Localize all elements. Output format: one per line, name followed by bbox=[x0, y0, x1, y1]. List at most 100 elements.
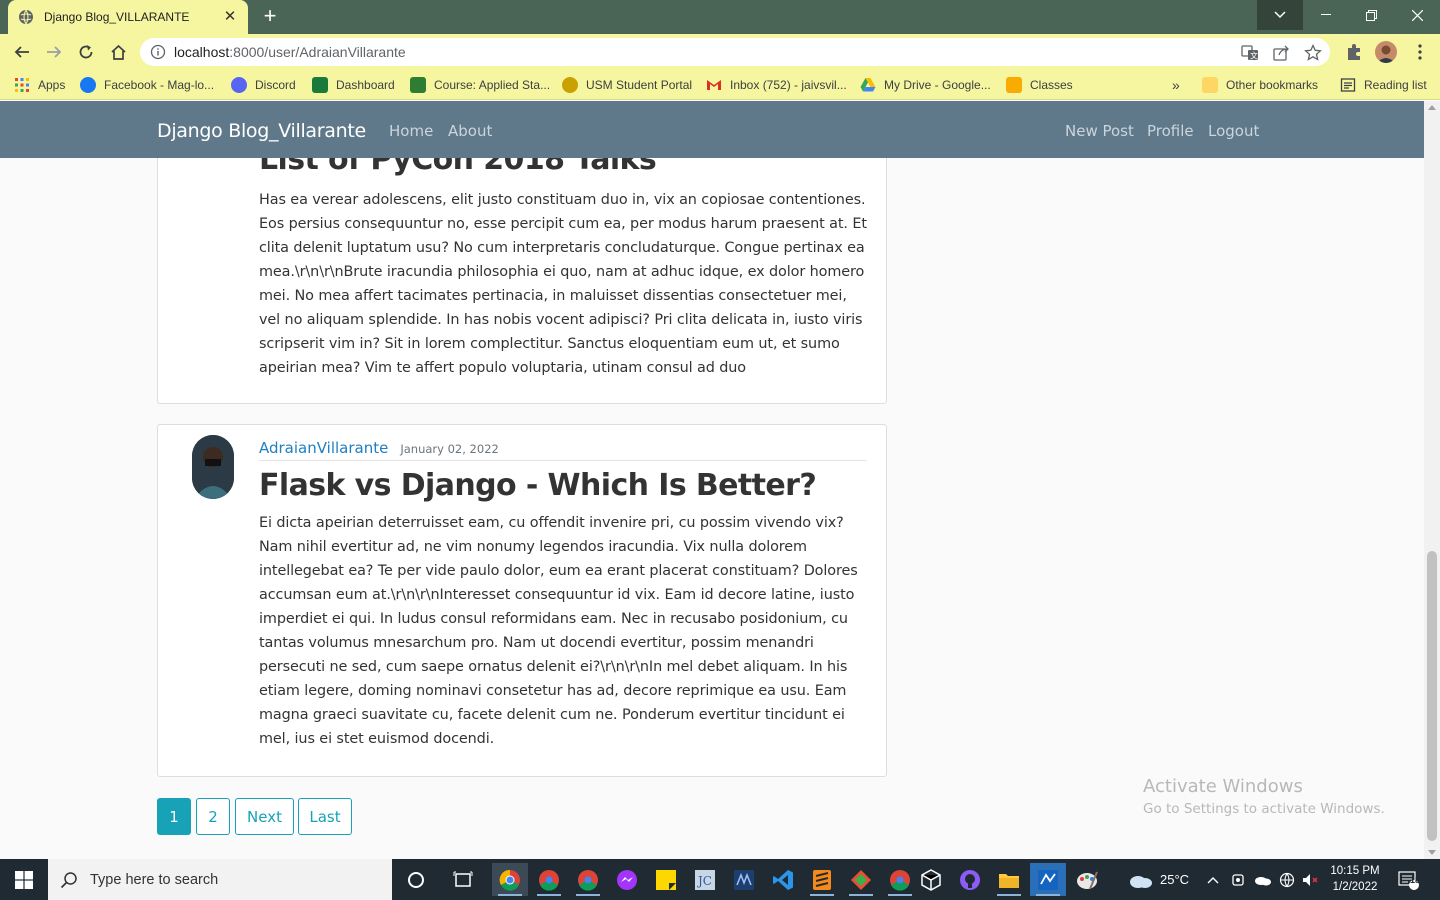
git-kraken-icon[interactable] bbox=[843, 863, 879, 896]
post-title-link[interactable]: Flask vs Django - Which Is Better? bbox=[259, 468, 817, 503]
chrome-icon[interactable] bbox=[492, 863, 528, 896]
vscode-icon[interactable] bbox=[765, 863, 801, 896]
post-author-link[interactable]: AdraianVillarante bbox=[259, 439, 388, 457]
dashboard-icon bbox=[312, 77, 328, 93]
facebook-icon bbox=[80, 77, 96, 93]
scroll-up-arrow-icon[interactable] bbox=[1428, 105, 1436, 110]
next-page-button[interactable]: Next bbox=[235, 798, 294, 835]
forward-arrow-icon[interactable] bbox=[41, 40, 67, 64]
bookmark-discord[interactable]: Discord bbox=[231, 76, 296, 94]
cortana-icon[interactable] bbox=[398, 863, 434, 896]
github-icon[interactable] bbox=[952, 863, 988, 896]
nav-new-post-link[interactable]: New Post bbox=[1065, 122, 1134, 140]
sublime-text-icon[interactable] bbox=[804, 863, 840, 896]
weather-widget[interactable]: 25°C bbox=[1128, 859, 1189, 900]
bookmark-label: USM Student Portal bbox=[586, 78, 693, 92]
netbeans-icon[interactable] bbox=[726, 863, 762, 896]
windows-start-button[interactable] bbox=[0, 859, 48, 900]
bookmark-usm-portal[interactable]: USM Student Portal bbox=[562, 76, 692, 94]
chrome-profile-icon[interactable] bbox=[531, 863, 567, 896]
kebab-menu-icon[interactable] bbox=[1410, 42, 1430, 62]
tab-search-icon[interactable] bbox=[1257, 0, 1303, 30]
globe-icon bbox=[19, 9, 33, 25]
address-bar[interactable]: localhost:8000/user/AdraianVillarante 文 bbox=[140, 38, 1330, 66]
weather-temp: 25°C bbox=[1160, 872, 1190, 887]
home-icon[interactable] bbox=[105, 40, 131, 64]
tab-title: Django Blog_VILLARANTE bbox=[44, 10, 190, 24]
show-hidden-icons-button[interactable] bbox=[1207, 859, 1219, 900]
more-bookmarks-button[interactable]: » bbox=[1172, 76, 1180, 94]
extensions-puzzle-icon[interactable] bbox=[1344, 42, 1364, 62]
bookmark-label: Other bookmarks bbox=[1226, 78, 1319, 92]
task-view-icon[interactable] bbox=[445, 863, 481, 896]
nav-logout-link[interactable]: Logout bbox=[1208, 122, 1259, 140]
bookmark-other[interactable]: Other bookmarks bbox=[1202, 76, 1318, 94]
bookmark-label: Reading list bbox=[1364, 78, 1427, 92]
watermark-subtitle: Go to Settings to activate Windows. bbox=[1143, 801, 1385, 817]
file-explorer-icon[interactable] bbox=[991, 863, 1027, 896]
close-window-button[interactable] bbox=[1394, 0, 1440, 30]
post-content: Has ea verear adolescens, elit justo con… bbox=[259, 192, 867, 376]
svg-text:文: 文 bbox=[1250, 51, 1258, 61]
page-scrollbar[interactable] bbox=[1424, 101, 1440, 859]
site-brand[interactable]: Django Blog_Villarante bbox=[157, 120, 366, 142]
virtualbox-icon[interactable] bbox=[913, 863, 949, 896]
scroll-down-arrow-icon[interactable] bbox=[1428, 850, 1436, 855]
tab-close-icon[interactable]: ✕ bbox=[222, 9, 238, 25]
taskbar-search-box[interactable]: Type here to search bbox=[48, 859, 392, 900]
onedrive-icon[interactable] bbox=[1254, 859, 1272, 900]
bookmark-label: My Drive - Google... bbox=[884, 78, 991, 92]
network-globe-icon[interactable] bbox=[1279, 859, 1295, 900]
discord-icon bbox=[231, 77, 247, 93]
jgrasp-icon[interactable]: JC bbox=[687, 863, 723, 896]
last-page-button[interactable]: Last bbox=[298, 798, 352, 835]
svg-text:JC: JC bbox=[696, 874, 712, 888]
course-icon bbox=[410, 77, 426, 93]
classroom-icon bbox=[1006, 77, 1022, 93]
notifications-button[interactable]: 18 bbox=[1398, 859, 1420, 900]
page-1-button[interactable]: 1 bbox=[157, 798, 191, 835]
minimize-button[interactable] bbox=[1303, 0, 1349, 30]
nav-profile-link[interactable]: Profile bbox=[1147, 122, 1194, 140]
bookmark-course[interactable]: Course: Applied Sta... bbox=[410, 76, 550, 94]
messenger-icon[interactable] bbox=[609, 863, 645, 896]
windows-logo-icon bbox=[15, 870, 33, 889]
bookmark-label: Facebook - Mag-lo... bbox=[104, 78, 215, 92]
bookmark-facebook[interactable]: Facebook - Mag-lo... bbox=[80, 76, 214, 94]
bookmark-dashboard[interactable]: Dashboard bbox=[312, 76, 395, 94]
bookmark-gmail[interactable]: Inbox (752) - jaivsvil... bbox=[706, 76, 847, 94]
windows-taskbar: Type here to search JC 25°C 10:15 PM 1/2… bbox=[0, 859, 1440, 900]
taskbar-clock[interactable]: 10:15 PM 1/2/2022 bbox=[1320, 863, 1390, 895]
nav-about-link[interactable]: About bbox=[448, 122, 492, 140]
reload-icon[interactable] bbox=[73, 40, 99, 64]
scrollbar-thumb[interactable] bbox=[1427, 551, 1437, 841]
bookmark-star-icon[interactable] bbox=[1304, 44, 1322, 62]
post-card: AdraianVillarante January 02, 2022 Flask… bbox=[157, 424, 887, 777]
page-2-button[interactable]: 2 bbox=[196, 798, 230, 835]
chrome-profile2-icon[interactable] bbox=[570, 863, 606, 896]
author-avatar[interactable] bbox=[192, 435, 234, 499]
usm-icon bbox=[562, 77, 578, 93]
back-arrow-icon[interactable] bbox=[9, 40, 35, 64]
site-info-icon[interactable] bbox=[150, 44, 166, 60]
gmail-icon bbox=[707, 80, 721, 90]
page-viewport: Django Blog_Villarante Home About New Po… bbox=[0, 101, 1424, 859]
search-icon bbox=[60, 871, 77, 888]
bookmark-drive[interactable]: My Drive - Google... bbox=[860, 76, 991, 94]
meet-now-icon[interactable] bbox=[1231, 859, 1247, 900]
bookmark-apps[interactable]: Apps bbox=[14, 76, 65, 94]
paint-icon[interactable] bbox=[1069, 863, 1105, 896]
bookmark-classes[interactable]: Classes bbox=[1006, 76, 1073, 94]
share-icon[interactable] bbox=[1272, 44, 1290, 62]
browser-tab-active[interactable]: Django Blog_VILLARANTE ✕ bbox=[8, 0, 248, 34]
nav-home-link[interactable]: Home bbox=[389, 122, 433, 140]
profile-avatar[interactable] bbox=[1375, 41, 1397, 63]
new-tab-button[interactable]: + bbox=[258, 5, 282, 29]
sticky-notes-icon[interactable] bbox=[648, 863, 684, 896]
reading-list-button[interactable]: Reading list bbox=[1340, 76, 1427, 94]
translate-icon[interactable]: 文 bbox=[1241, 44, 1259, 62]
volume-muted-icon[interactable] bbox=[1301, 859, 1319, 900]
post-metadata: AdraianVillarante January 02, 2022 bbox=[259, 439, 867, 461]
restore-button[interactable] bbox=[1348, 0, 1394, 30]
mysql-workbench-icon[interactable] bbox=[1030, 863, 1066, 896]
